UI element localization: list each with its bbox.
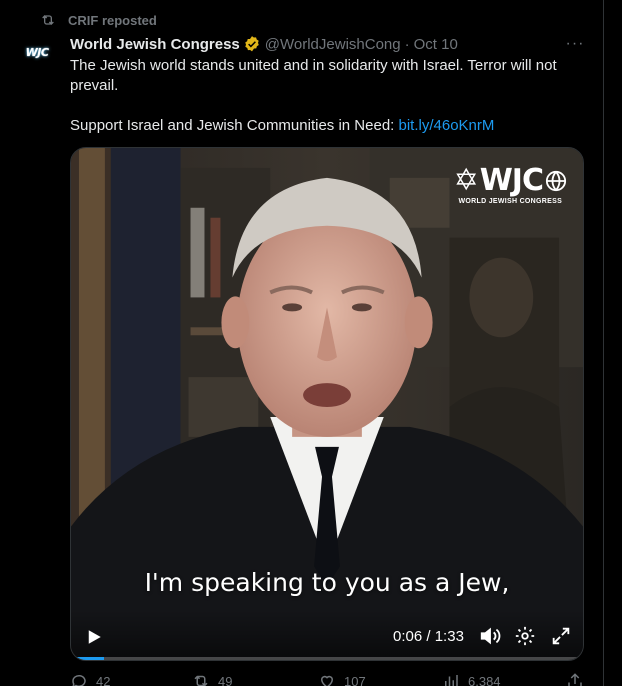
avatar[interactable]: WJC: [16, 38, 58, 66]
tweet-link[interactable]: bit.ly/46oKnrM: [399, 117, 495, 134]
repost-icon: [42, 15, 54, 25]
wjc-logo-text: WJC: [479, 163, 544, 198]
header-separator: ·: [404, 35, 410, 53]
tweet-text: The Jewish world stands united and in so…: [70, 56, 585, 136]
more-options-button[interactable]: ···: [564, 34, 586, 54]
wjc-watermark: ✡ WJC WORLD JEWISH CONGRESS: [454, 166, 567, 205]
video-caption: I'm speaking to you as a Jew,: [144, 568, 510, 597]
tweet-date[interactable]: Oct 10: [414, 36, 458, 53]
reply-button[interactable]: 42: [70, 672, 110, 686]
like-count: 107: [344, 673, 366, 686]
views-chart-icon: [445, 675, 458, 686]
tweet-header: World Jewish Congress @WorldJewishCong ·…: [70, 34, 590, 54]
repost-label: CRIF reposted: [68, 12, 157, 28]
wjc-logo-mark: ✡ WJC: [454, 166, 567, 196]
current-time: 0:06: [393, 628, 423, 645]
star-of-david-icon: ✡: [453, 163, 479, 198]
settings-gear-icon[interactable]: [514, 625, 536, 647]
column-divider: [603, 0, 604, 686]
video-time: 0:06 / 1:33: [393, 628, 464, 645]
heart-icon: [320, 675, 334, 686]
video-progress-fill: [71, 657, 105, 660]
volume-icon[interactable]: [479, 625, 501, 647]
repost-button[interactable]: 49: [192, 672, 232, 686]
tweet-line-1: The Jewish world stands united and in so…: [70, 57, 557, 94]
author-name[interactable]: World Jewish Congress: [70, 36, 240, 53]
author-handle[interactable]: @WorldJewishCong: [265, 36, 401, 53]
duration: 1:33: [434, 628, 464, 645]
video-progress-bar[interactable]: [71, 657, 583, 660]
reply-icon: [72, 674, 86, 686]
video-player[interactable]: ✡ WJC WORLD JEWISH CONGRESS I'm speaking…: [70, 147, 584, 661]
repost-action-icon: [194, 675, 208, 686]
views-count: 6,384: [468, 673, 501, 686]
avatar-text: WJC: [25, 45, 49, 59]
repost-count: 49: [218, 673, 233, 686]
views-button[interactable]: 6,384: [442, 672, 501, 686]
video-controls: 0:06 / 1:33: [71, 610, 583, 660]
tweet-actions: 42 49 107 6,384: [70, 672, 585, 686]
share-icon: [568, 673, 582, 686]
tweet-line-2: Support Israel and Jewish Communities in…: [70, 116, 585, 136]
tweet-line-2-prefix: Support Israel and Jewish Communities in…: [70, 117, 399, 134]
play-button[interactable]: [83, 626, 105, 648]
wjc-logo-subtitle: WORLD JEWISH CONGRESS: [458, 198, 563, 205]
play-icon: [88, 630, 101, 644]
reply-count: 42: [96, 673, 111, 686]
verified-badge-icon[interactable]: [243, 35, 261, 53]
repost-context[interactable]: CRIF reposted: [40, 12, 157, 28]
globe-icon: [545, 170, 567, 192]
time-separator: /: [422, 628, 435, 645]
like-button[interactable]: 107: [318, 672, 366, 686]
share-button[interactable]: [566, 672, 584, 686]
fullscreen-icon[interactable]: [550, 625, 572, 647]
